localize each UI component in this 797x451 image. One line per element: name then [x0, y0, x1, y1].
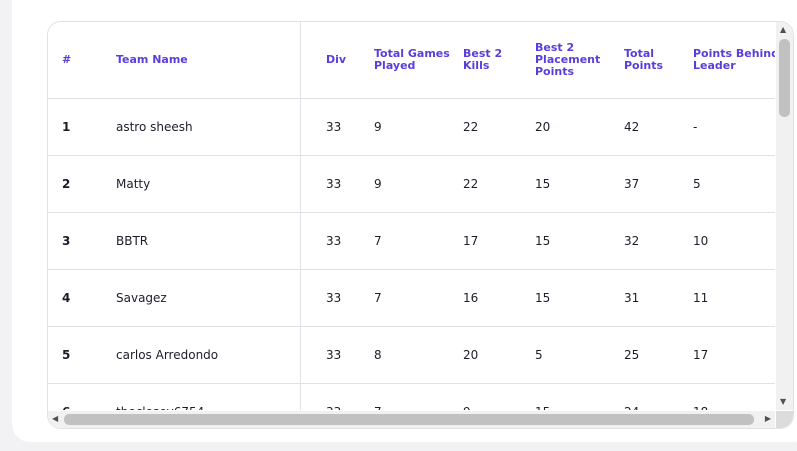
cell-points-behind: 10: [693, 212, 775, 270]
cell-div: 33: [300, 383, 374, 410]
cell-points-behind: 17: [693, 326, 775, 384]
table-row: 3 BBTR 33 7 17 15 32 10: [48, 212, 775, 270]
cell-team-name: BBTR: [116, 212, 301, 270]
cell-best-kills: 22: [463, 98, 535, 156]
scroll-down-arrow-icon[interactable]: ▼: [780, 397, 786, 407]
cell-team-name: Savagez: [116, 269, 301, 327]
cell-points-behind: 5: [693, 155, 775, 213]
vertical-scrollbar[interactable]: ▲ ▼: [776, 22, 793, 410]
leaderboard-card: # Team Name Div Total Games Played Best …: [12, 0, 797, 442]
cell-placement-points: 20: [535, 98, 624, 156]
cell-div: 33: [300, 98, 374, 156]
cell-total-games: 9: [374, 98, 463, 156]
cell-total-games: 7: [374, 383, 463, 410]
vertical-scroll-thumb[interactable]: [779, 39, 790, 117]
cell-best-kills: 9: [463, 383, 535, 410]
scroll-left-arrow-icon[interactable]: ◀: [52, 414, 58, 424]
cell-total-points: 42: [624, 98, 693, 156]
cell-placement-points: 15: [535, 212, 624, 270]
header-placement-points[interactable]: Best 2 Placement Points: [535, 22, 624, 99]
cell-total-points: 25: [624, 326, 693, 384]
header-div[interactable]: Div: [300, 22, 374, 99]
cell-rank: 5: [48, 326, 116, 384]
cell-total-games: 7: [374, 269, 463, 327]
cell-team-name: astro sheesh: [116, 98, 301, 156]
cell-team-name: Matty: [116, 155, 301, 213]
horizontal-scroll-thumb[interactable]: [64, 414, 754, 425]
cell-div: 33: [300, 326, 374, 384]
scroll-right-arrow-icon[interactable]: ▶: [765, 414, 771, 424]
table-row: 4 Savagez 33 7 16 15 31 11: [48, 269, 775, 327]
header-best-kills[interactable]: Best 2 Kills: [463, 22, 535, 99]
cell-placement-points: 5: [535, 326, 624, 384]
table-row: 1 astro sheesh 33 9 22 20 42-: [48, 98, 775, 156]
cell-total-points: 24: [624, 383, 693, 410]
cell-best-kills: 16: [463, 269, 535, 327]
cell-rank: 1: [48, 98, 116, 156]
leaderboard-table-frame: # Team Name Div Total Games Played Best …: [47, 21, 794, 429]
scrollbar-corner: [776, 411, 793, 428]
cell-best-kills: 17: [463, 212, 535, 270]
cell-div: 33: [300, 155, 374, 213]
cell-team-name: theclosey6754: [116, 383, 301, 410]
cell-total-games: 8: [374, 326, 463, 384]
cell-points-behind: 11: [693, 269, 775, 327]
cell-div: 33: [300, 269, 374, 327]
table-row: 5 carlos Arredondo 33 8 20 5 25 17: [48, 326, 775, 384]
table-viewport[interactable]: # Team Name Div Total Games Played Best …: [48, 22, 775, 410]
cell-points-behind: -: [693, 98, 775, 156]
cell-rank: 4: [48, 269, 116, 327]
header-points-behind[interactable]: Points Behind Leader: [693, 22, 775, 99]
cell-rank: 3: [48, 212, 116, 270]
scroll-up-arrow-icon[interactable]: ▲: [780, 25, 786, 35]
cell-placement-points: 15: [535, 269, 624, 327]
cell-div: 33: [300, 212, 374, 270]
header-total-points[interactable]: Total Points: [624, 22, 693, 99]
cell-total-points: 31: [624, 269, 693, 327]
leaderboard-table: # Team Name Div Total Games Played Best …: [48, 22, 775, 410]
cell-placement-points: 15: [535, 155, 624, 213]
cell-points-behind: 18: [693, 383, 775, 410]
cell-total-games: 7: [374, 212, 463, 270]
header-rank[interactable]: #: [48, 22, 116, 99]
header-total-games[interactable]: Total Games Played: [374, 22, 463, 99]
cell-rank: 2: [48, 155, 116, 213]
cell-best-kills: 22: [463, 155, 535, 213]
horizontal-scrollbar[interactable]: ◀ ▶: [48, 411, 775, 428]
cell-total-games: 9: [374, 155, 463, 213]
cell-total-points: 37: [624, 155, 693, 213]
header-row: # Team Name Div Total Games Played Best …: [48, 22, 775, 99]
header-team-name[interactable]: Team Name: [116, 22, 301, 99]
table-row: 2 Matty 33 9 22 15 37 5: [48, 155, 775, 213]
cell-total-points: 32: [624, 212, 693, 270]
cell-best-kills: 20: [463, 326, 535, 384]
table-row: 6theclosey67543379152418: [48, 383, 775, 410]
cell-team-name: carlos Arredondo: [116, 326, 301, 384]
cell-placement-points: 15: [535, 383, 624, 410]
cell-rank: 6: [48, 383, 116, 410]
